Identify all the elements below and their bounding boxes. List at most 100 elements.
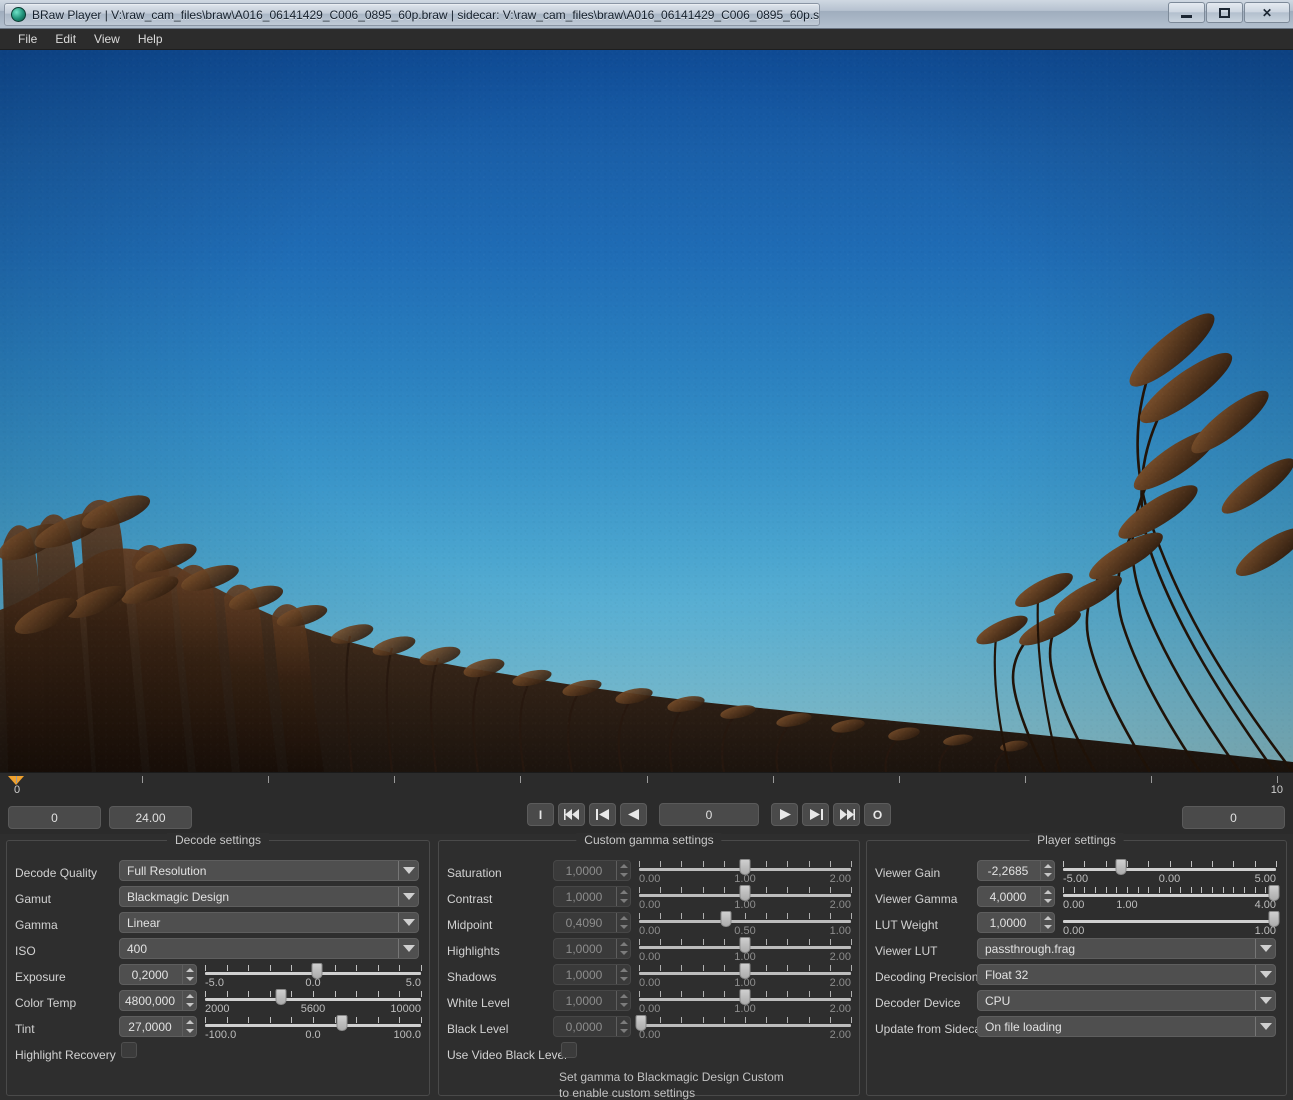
menu-item-help[interactable]: Help <box>130 30 171 48</box>
highlights-value: 1,0000 <box>565 941 603 956</box>
saturation-stepper[interactable] <box>616 861 630 880</box>
slider-thumb[interactable] <box>720 911 732 927</box>
decoding-precision-combobox[interactable]: Float 32 <box>977 964 1276 985</box>
color-temp-spinbox[interactable]: 4800,000 <box>119 990 197 1011</box>
saturation-spinbox[interactable]: 1,0000 <box>553 860 631 881</box>
slider-tick <box>829 913 831 919</box>
custom-gamma-hint-line1: Set gamma to Blackmagic Design Custom <box>559 1070 784 1084</box>
midpoint-stepper[interactable] <box>616 913 630 932</box>
slider-thumb[interactable] <box>336 1015 348 1031</box>
menu-item-view[interactable]: View <box>86 30 128 48</box>
highlight-recovery-checkbox[interactable] <box>121 1042 137 1058</box>
set-out-point-button[interactable]: O <box>864 803 891 826</box>
slider-tick <box>702 939 704 945</box>
slider-tick <box>377 1017 379 1023</box>
highlights-spinbox[interactable]: 1,0000 <box>553 938 631 959</box>
white-level-value: 1,0000 <box>565 993 603 1008</box>
tint-slider[interactable]: -100.0 0.0 100.0 <box>205 1013 422 1043</box>
set-in-point-button[interactable]: I <box>527 803 554 826</box>
slider-tick <box>356 991 358 997</box>
lut-weight-slider[interactable]: 0.00 1.00 <box>1063 909 1280 939</box>
color-temp-stepper[interactable] <box>182 991 196 1010</box>
slider-tick <box>723 965 725 971</box>
viewer-gain-stepper[interactable] <box>1040 861 1054 880</box>
slider-tick <box>1148 887 1150 893</box>
play-button[interactable] <box>771 803 798 826</box>
white-level-spinbox[interactable]: 1,0000 <box>553 990 631 1011</box>
out-point-field[interactable]: 0 <box>1182 806 1285 829</box>
slider-tick <box>1158 887 1160 893</box>
contrast-stepper[interactable] <box>616 887 630 906</box>
video-viewer[interactable] <box>0 50 1293 772</box>
slider-tick <box>421 965 422 971</box>
tint-spinbox[interactable]: 27,0000 <box>119 1016 197 1037</box>
decode-quality-label: Decode Quality <box>15 865 98 880</box>
contrast-spinbox[interactable]: 1,0000 <box>553 886 631 907</box>
slider-tick <box>226 1017 228 1023</box>
viewer-gain-spinbox[interactable]: -2,2685 <box>977 860 1055 881</box>
viewer-lut-combobox[interactable]: passthrough.frag <box>977 938 1276 959</box>
slider-tick <box>1201 887 1203 893</box>
slider-tick <box>1254 887 1256 893</box>
slider-tick <box>313 1017 314 1023</box>
timeline-tick <box>1151 776 1152 783</box>
use-video-black-level-checkbox[interactable] <box>561 1042 577 1058</box>
slider-tick <box>1084 861 1086 867</box>
shadows-stepper[interactable] <box>616 965 630 984</box>
slider-tick <box>356 1017 358 1023</box>
slider-tick <box>291 965 293 971</box>
viewer-gamma-value: 4,0000 <box>989 889 1027 904</box>
slider-tick <box>723 939 725 945</box>
slider-tick <box>421 991 422 997</box>
decode-quality-combobox[interactable]: Full Resolution <box>119 860 419 881</box>
slider-tick <box>205 1017 206 1023</box>
menu-item-edit[interactable]: Edit <box>47 30 84 48</box>
slider-thumb[interactable] <box>1115 859 1127 875</box>
slider-tick <box>745 913 746 919</box>
in-point-field[interactable]: 0 <box>8 806 101 829</box>
black-level-spinbox[interactable]: 0,0000 <box>553 1016 631 1037</box>
highlights-stepper[interactable] <box>616 939 630 958</box>
black-level-slider[interactable]: 0.00 2.00 <box>635 1013 852 1043</box>
tint-stepper[interactable] <box>182 1017 196 1036</box>
maximize-button[interactable] <box>1206 2 1243 23</box>
slider-thumb[interactable] <box>275 989 287 1005</box>
white-level-stepper[interactable] <box>616 991 630 1010</box>
update-from-sidecar-combobox[interactable]: On file loading <box>977 1016 1276 1037</box>
play-left-icon <box>627 809 639 820</box>
iso-combobox[interactable]: 400 <box>119 938 419 959</box>
viewer-gamma-stepper[interactable] <box>1040 887 1054 906</box>
next-frame-button[interactable] <box>802 803 829 826</box>
gamut-combobox[interactable]: Blackmagic Design <box>119 886 419 907</box>
viewer-gamma-spinbox[interactable]: 4,0000 <box>977 886 1055 907</box>
prev-frame-button[interactable] <box>589 803 616 826</box>
shadows-spinbox[interactable]: 1,0000 <box>553 964 631 985</box>
slider-tick <box>1116 887 1118 893</box>
lut-weight-stepper[interactable] <box>1040 913 1054 932</box>
minimize-button[interactable] <box>1168 2 1205 23</box>
slider-tick <box>808 939 810 945</box>
step-back-icon <box>595 809 609 820</box>
decoder-device-combobox[interactable]: CPU <box>977 990 1276 1011</box>
skip-to-start-button[interactable] <box>558 803 585 826</box>
black-level-stepper[interactable] <box>616 1017 630 1036</box>
close-button[interactable]: ✕ <box>1244 2 1290 23</box>
timeline-scrubber[interactable]: 0 10 <box>0 773 1293 799</box>
step-forward-icon <box>809 809 823 820</box>
play-reverse-button[interactable] <box>620 803 647 826</box>
gamma-combobox[interactable]: Linear <box>119 912 419 933</box>
current-frame-field[interactable]: 0 <box>659 803 759 826</box>
exposure-stepper[interactable] <box>182 965 196 984</box>
midpoint-spinbox[interactable]: 0,4090 <box>553 912 631 933</box>
slider-tick <box>313 991 314 997</box>
fps-field[interactable]: 24.00 <box>109 806 192 829</box>
slider-tick <box>421 1017 422 1023</box>
slider-tick <box>808 913 810 919</box>
slider-tick <box>787 991 789 997</box>
slider-tick <box>334 965 336 971</box>
skip-to-end-button[interactable] <box>833 803 860 826</box>
menu-item-file[interactable]: File <box>10 30 45 48</box>
slider-tick <box>1105 887 1107 893</box>
lut-weight-spinbox[interactable]: 1,0000 <box>977 912 1055 933</box>
exposure-spinbox[interactable]: 0,2000 <box>119 964 197 985</box>
